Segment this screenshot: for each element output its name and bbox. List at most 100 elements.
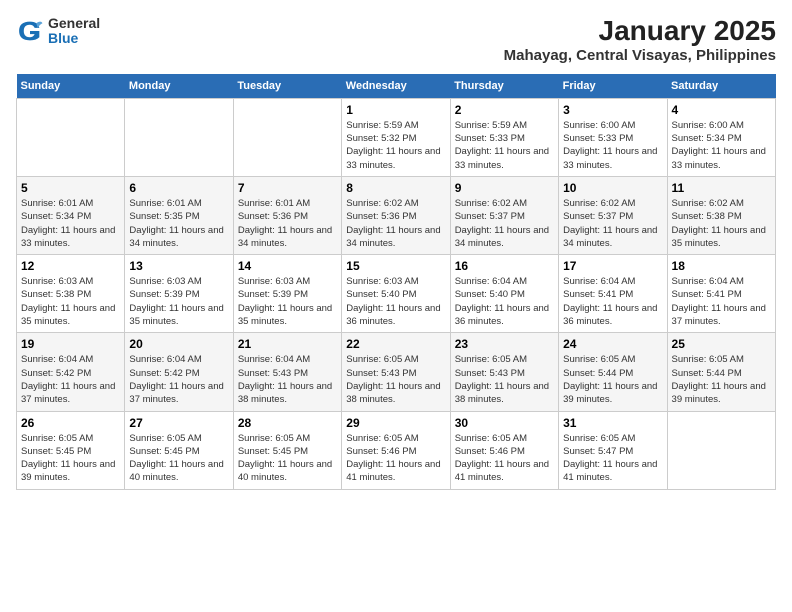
day-number: 29 xyxy=(346,416,445,430)
day-info: Sunrise: 6:05 AMSunset: 5:45 PMDaylight:… xyxy=(129,432,228,485)
day-number: 25 xyxy=(672,337,771,351)
calendar-cell: 22Sunrise: 6:05 AMSunset: 5:43 PMDayligh… xyxy=(342,333,450,411)
title-block: January 2025 Mahayag, Central Visayas, P… xyxy=(504,16,776,64)
logo-icon xyxy=(16,17,44,45)
page-header: General Blue January 2025 Mahayag, Centr… xyxy=(16,16,776,64)
calendar-cell: 29Sunrise: 6:05 AMSunset: 5:46 PMDayligh… xyxy=(342,411,450,489)
day-number: 30 xyxy=(455,416,554,430)
logo-line1: General xyxy=(48,16,100,31)
day-info: Sunrise: 6:05 AMSunset: 5:45 PMDaylight:… xyxy=(21,432,120,485)
day-header-monday: Monday xyxy=(125,74,233,99)
day-info: Sunrise: 5:59 AMSunset: 5:32 PMDaylight:… xyxy=(346,119,445,172)
day-number: 8 xyxy=(346,181,445,195)
logo: General Blue xyxy=(16,16,100,47)
day-info: Sunrise: 6:04 AMSunset: 5:41 PMDaylight:… xyxy=(563,275,662,328)
day-number: 17 xyxy=(563,259,662,273)
day-number: 14 xyxy=(238,259,337,273)
day-info: Sunrise: 6:04 AMSunset: 5:40 PMDaylight:… xyxy=(455,275,554,328)
day-number: 16 xyxy=(455,259,554,273)
calendar-cell: 26Sunrise: 6:05 AMSunset: 5:45 PMDayligh… xyxy=(17,411,125,489)
day-number: 21 xyxy=(238,337,337,351)
day-info: Sunrise: 6:03 AMSunset: 5:39 PMDaylight:… xyxy=(129,275,228,328)
calendar-cell: 31 Sunrise: 6:05 AMSunset: 5:47 PMDayligh… xyxy=(559,411,667,489)
day-info: Sunrise: 5:59 AMSunset: 5:33 PMDaylight:… xyxy=(455,119,554,172)
day-number: 24 xyxy=(563,337,662,351)
day-number: 15 xyxy=(346,259,445,273)
page-subtitle: Mahayag, Central Visayas, Philippines xyxy=(504,47,776,64)
calendar-cell: 1 Sunrise: 5:59 AMSunset: 5:32 PMDaylight… xyxy=(342,98,450,176)
calendar-cell: 27 Sunrise: 6:05 AMSunset: 5:45 PMDayligh… xyxy=(125,411,233,489)
calendar-cell: 24 Sunrise: 6:05 AMSunset: 5:44 PMDayligh… xyxy=(559,333,667,411)
calendar-cell: 6Sunrise: 6:01 AMSunset: 5:35 PMDaylight… xyxy=(125,176,233,254)
day-info: Sunrise: 6:04 AMSunset: 5:42 PMDaylight:… xyxy=(21,353,120,406)
day-number: 20 xyxy=(129,337,228,351)
calendar-cell: 13Sunrise: 6:03 AMSunset: 5:39 PMDayligh… xyxy=(125,255,233,333)
calendar-cell: 12Sunrise: 6:03 AMSunset: 5:38 PMDayligh… xyxy=(17,255,125,333)
calendar-cell: 2 Sunrise: 5:59 AMSunset: 5:33 PMDaylight… xyxy=(450,98,558,176)
calendar-cell: 9Sunrise: 6:02 AMSunset: 5:37 PMDaylight… xyxy=(450,176,558,254)
day-info: Sunrise: 6:05 AMSunset: 5:44 PMDaylight:… xyxy=(563,353,662,406)
day-number: 1 xyxy=(346,103,445,117)
day-number: 11 xyxy=(672,181,771,195)
week-row-5: 26Sunrise: 6:05 AMSunset: 5:45 PMDayligh… xyxy=(17,411,776,489)
week-row-1: 1 Sunrise: 5:59 AMSunset: 5:32 PMDaylight… xyxy=(17,98,776,176)
day-info: Sunrise: 6:00 AMSunset: 5:33 PMDaylight:… xyxy=(563,119,662,172)
day-info: Sunrise: 6:03 AMSunset: 5:39 PMDaylight:… xyxy=(238,275,337,328)
calendar-cell: 8Sunrise: 6:02 AMSunset: 5:36 PMDaylight… xyxy=(342,176,450,254)
calendar-cell: 4 Sunrise: 6:00 AMSunset: 5:34 PMDaylight… xyxy=(667,98,775,176)
day-number: 28 xyxy=(238,416,337,430)
day-header-saturday: Saturday xyxy=(667,74,775,99)
day-number: 9 xyxy=(455,181,554,195)
calendar-cell: 20 Sunrise: 6:04 AMSunset: 5:42 PMDayligh… xyxy=(125,333,233,411)
day-number: 31 xyxy=(563,416,662,430)
day-number: 3 xyxy=(563,103,662,117)
day-info: Sunrise: 6:05 AMSunset: 5:47 PMDaylight:… xyxy=(563,432,662,485)
day-number: 12 xyxy=(21,259,120,273)
week-row-4: 19 Sunrise: 6:04 AMSunset: 5:42 PMDayligh… xyxy=(17,333,776,411)
calendar-cell: 11 Sunrise: 6:02 AMSunset: 5:38 PMDayligh… xyxy=(667,176,775,254)
calendar-cell: 7 Sunrise: 6:01 AMSunset: 5:36 PMDaylight… xyxy=(233,176,341,254)
calendar-cell: 23 Sunrise: 6:05 AMSunset: 5:43 PMDayligh… xyxy=(450,333,558,411)
calendar-cell: 15Sunrise: 6:03 AMSunset: 5:40 PMDayligh… xyxy=(342,255,450,333)
day-info: Sunrise: 6:05 AMSunset: 5:45 PMDaylight:… xyxy=(238,432,337,485)
day-header-friday: Friday xyxy=(559,74,667,99)
calendar-cell xyxy=(667,411,775,489)
calendar-cell xyxy=(17,98,125,176)
day-number: 6 xyxy=(129,181,228,195)
day-number: 18 xyxy=(672,259,771,273)
calendar-cell xyxy=(233,98,341,176)
day-info: Sunrise: 6:05 AMSunset: 5:43 PMDaylight:… xyxy=(346,353,445,406)
day-number: 10 xyxy=(563,181,662,195)
day-info: Sunrise: 6:04 AMSunset: 5:43 PMDaylight:… xyxy=(238,353,337,406)
day-info: Sunrise: 6:02 AMSunset: 5:37 PMDaylight:… xyxy=(563,197,662,250)
calendar-cell: 5 Sunrise: 6:01 AMSunset: 5:34 PMDaylight… xyxy=(17,176,125,254)
day-info: Sunrise: 6:02 AMSunset: 5:38 PMDaylight:… xyxy=(672,197,771,250)
day-info: Sunrise: 6:00 AMSunset: 5:34 PMDaylight:… xyxy=(672,119,771,172)
calendar-cell: 25Sunrise: 6:05 AMSunset: 5:44 PMDayligh… xyxy=(667,333,775,411)
calendar-cell: 17 Sunrise: 6:04 AMSunset: 5:41 PMDayligh… xyxy=(559,255,667,333)
day-info: Sunrise: 6:01 AMSunset: 5:36 PMDaylight:… xyxy=(238,197,337,250)
day-info: Sunrise: 6:01 AMSunset: 5:34 PMDaylight:… xyxy=(21,197,120,250)
day-header-wednesday: Wednesday xyxy=(342,74,450,99)
calendar-cell: 21 Sunrise: 6:04 AMSunset: 5:43 PMDayligh… xyxy=(233,333,341,411)
day-number: 19 xyxy=(21,337,120,351)
day-number: 7 xyxy=(238,181,337,195)
day-info: Sunrise: 6:04 AMSunset: 5:42 PMDaylight:… xyxy=(129,353,228,406)
calendar-cell: 14 Sunrise: 6:03 AMSunset: 5:39 PMDayligh… xyxy=(233,255,341,333)
calendar-cell: 18 Sunrise: 6:04 AMSunset: 5:41 PMDayligh… xyxy=(667,255,775,333)
day-number: 23 xyxy=(455,337,554,351)
day-header-sunday: Sunday xyxy=(17,74,125,99)
day-info: Sunrise: 6:04 AMSunset: 5:41 PMDaylight:… xyxy=(672,275,771,328)
calendar-cell: 16 Sunrise: 6:04 AMSunset: 5:40 PMDayligh… xyxy=(450,255,558,333)
day-number: 4 xyxy=(672,103,771,117)
day-number: 5 xyxy=(21,181,120,195)
day-number: 2 xyxy=(455,103,554,117)
calendar-header-row: SundayMondayTuesdayWednesdayThursdayFrid… xyxy=(17,74,776,99)
day-number: 27 xyxy=(129,416,228,430)
day-header-tuesday: Tuesday xyxy=(233,74,341,99)
calendar-cell: 30 Sunrise: 6:05 AMSunset: 5:46 PMDayligh… xyxy=(450,411,558,489)
day-info: Sunrise: 6:05 AMSunset: 5:43 PMDaylight:… xyxy=(455,353,554,406)
calendar-cell: 3 Sunrise: 6:00 AMSunset: 5:33 PMDaylight… xyxy=(559,98,667,176)
day-info: Sunrise: 6:05 AMSunset: 5:46 PMDaylight:… xyxy=(455,432,554,485)
week-row-2: 5 Sunrise: 6:01 AMSunset: 5:34 PMDaylight… xyxy=(17,176,776,254)
